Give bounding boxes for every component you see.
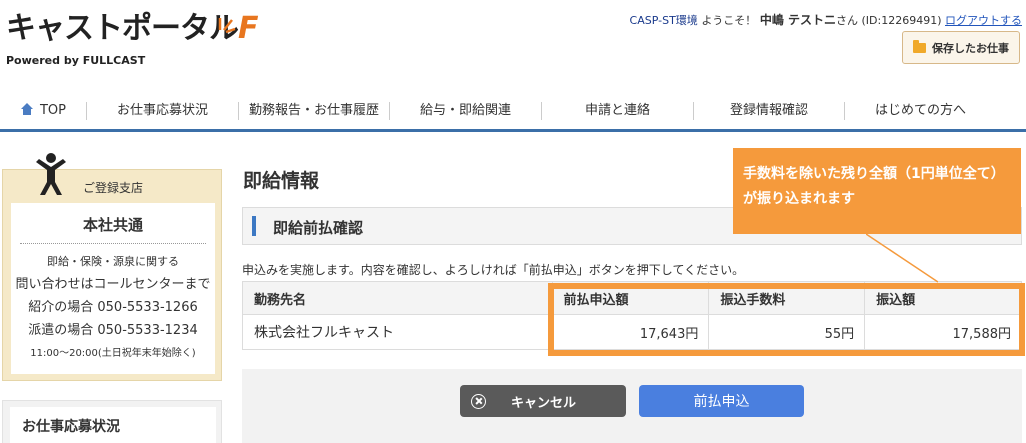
nav-item-salary[interactable]: 給与・即給関連 xyxy=(390,102,541,120)
logo-wordmark: キャストポータルF xyxy=(6,11,258,46)
env-label: CASP-ST環境 xyxy=(629,14,698,27)
business-hours: 11:00～20:00(土日祝年末年始除く) xyxy=(30,348,196,359)
nav-item-work-reports[interactable]: 勤務報告・お仕事履歴 xyxy=(239,102,389,120)
user-info: CASP-ST環境 ようこそ！ 中嶋 テストニさん (ID:12269491) … xyxy=(630,11,1022,28)
contact-note: 即給・保険・源泉に関する xyxy=(47,255,179,268)
user-suffix: さん xyxy=(836,14,858,27)
page-title: 即給情報 xyxy=(243,170,320,192)
branch-title: ご登録支店 xyxy=(83,181,144,195)
main-nav: TOP お仕事応募状況 勤務報告・お仕事履歴 給与・即給関連 申請と連絡 登録情… xyxy=(0,92,1026,132)
column-header: 前払申込額 xyxy=(551,281,710,315)
transfer-amount-cell: 17,588円 xyxy=(864,314,1022,350)
section-title: 即給前払確認 xyxy=(273,219,364,237)
table-row: 株式会社フルキャスト 17,643円 55円 17,588円 xyxy=(242,314,1022,350)
section-accent-bar xyxy=(252,216,256,236)
saved-jobs-label: 保存したお仕事 xyxy=(932,41,1009,55)
instruction-text: 申込みを実施します。内容を確認し、よろしければ「前払申込」ボタンを押下してくださ… xyxy=(242,263,745,277)
nav-item-beginners[interactable]: はじめての方へ xyxy=(845,102,996,120)
logo-powered-by: Powered by FULLCAST xyxy=(6,54,146,67)
column-header: 振込手数料 xyxy=(708,281,866,315)
application-status-title[interactable]: お仕事応募状況 xyxy=(10,407,216,443)
column-header: 勤務先名 xyxy=(242,281,553,315)
nav-item-requests[interactable]: 申請と連絡 xyxy=(542,102,693,120)
cancel-button[interactable]: キャンセル xyxy=(460,385,626,417)
folder-icon xyxy=(913,39,926,53)
user-id: (ID:12269491) xyxy=(861,14,942,27)
divider xyxy=(20,243,206,244)
branch-details: 本社共通 即給・保険・源泉に関する 問い合わせはコールセンターまで 紹介の場合 … xyxy=(11,203,215,374)
branch-name: 本社共通 xyxy=(82,216,143,234)
user-name: 中嶋 テストニ xyxy=(759,13,836,27)
application-status-panel: お仕事応募状況 xyxy=(2,400,222,443)
advance-amount-cell: 17,643円 xyxy=(551,314,710,350)
dispatch-phone: 派遣の場合 050-5533-1234 xyxy=(28,323,198,338)
cancel-label: キャンセル xyxy=(511,395,577,411)
nav-item-registration[interactable]: 登録情報確認 xyxy=(694,102,844,120)
transfer-fee-cell: 55円 xyxy=(708,314,866,350)
branch-info-panel: ご登録支店 本社共通 即給・保険・源泉に関する 問い合わせはコールセンターまで … xyxy=(2,153,222,381)
table-header-row: 勤務先名 前払申込額 振込手数料 振込額 xyxy=(242,281,1022,315)
home-icon xyxy=(20,102,34,115)
action-area: キャンセル 前払申込 xyxy=(242,369,1022,443)
logo-rays-icon xyxy=(218,18,236,34)
logo[interactable]: キャストポータルF Powered by FULLCAST xyxy=(6,11,258,72)
advance-payment-table: 勤務先名 前払申込額 振込手数料 振込額 株式会社フルキャスト 17,643円 … xyxy=(242,281,1022,350)
welcome-text: ようこそ！ xyxy=(701,14,757,27)
company-name-cell: 株式会社フルキャスト xyxy=(242,314,553,350)
close-circle-icon xyxy=(471,393,486,409)
nav-item-top[interactable]: TOP xyxy=(0,102,86,120)
referral-phone: 紹介の場合 050-5533-1266 xyxy=(28,300,198,315)
contact-note: 問い合わせはコールセンターまで xyxy=(15,277,211,292)
nav-item-applications[interactable]: お仕事応募状況 xyxy=(87,102,238,120)
advance-apply-button[interactable]: 前払申込 xyxy=(639,385,804,417)
mascot-figure-icon xyxy=(36,153,66,195)
column-header: 振込額 xyxy=(864,281,1022,315)
annotation-callout: 手数料を除いた残り全額（1円単位全て）が振り込まれます xyxy=(733,148,1021,234)
logout-link[interactable]: ログアウトする xyxy=(945,14,1022,27)
saved-jobs-button[interactable]: 保存したお仕事 xyxy=(902,31,1020,64)
